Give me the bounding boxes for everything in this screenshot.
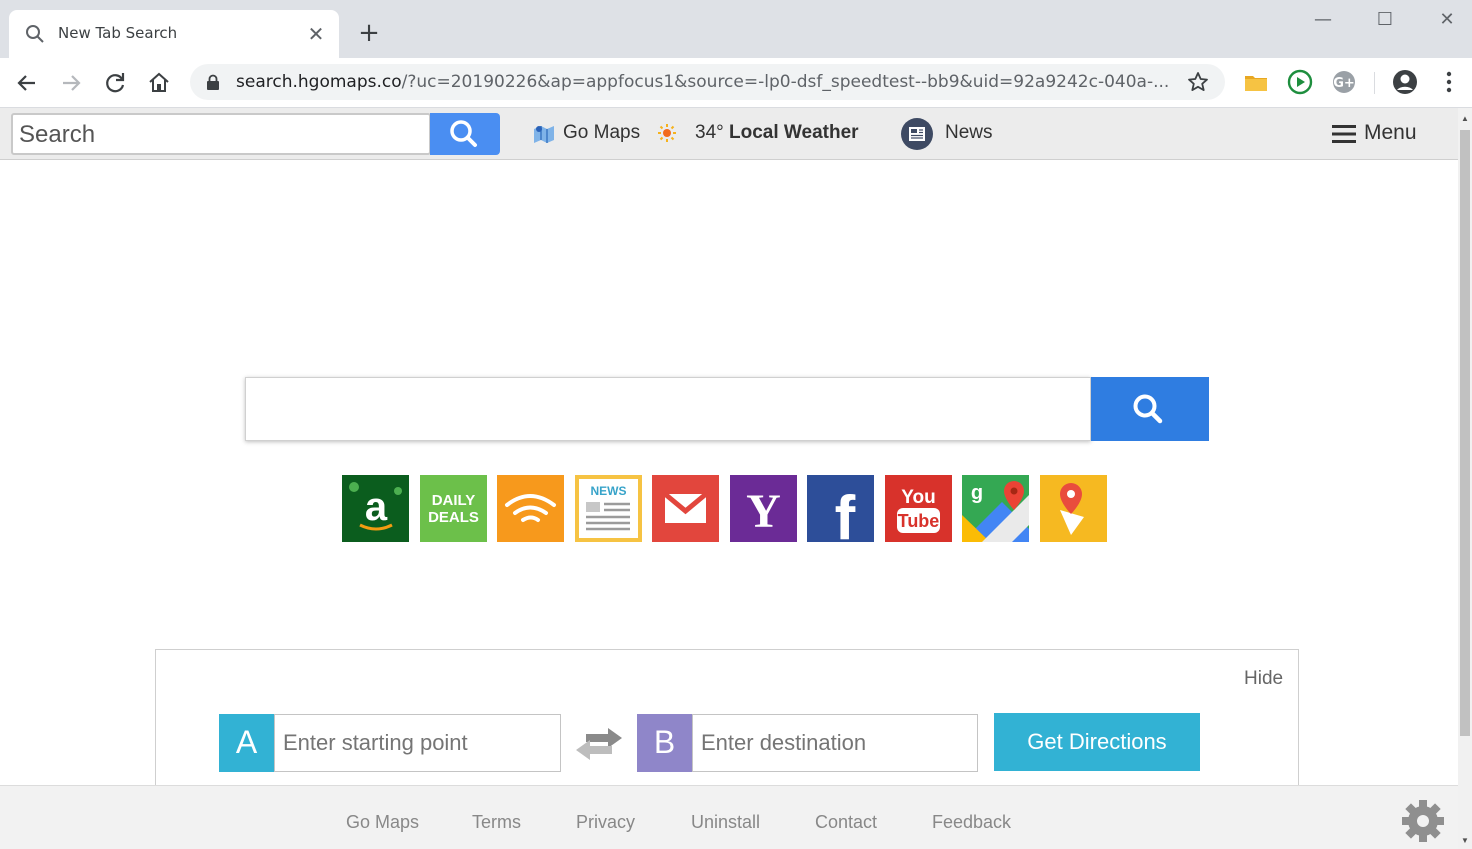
- daily-deals-tile[interactable]: DAILY DEALS: [420, 475, 487, 542]
- footer-link-terms[interactable]: Terms: [472, 812, 521, 833]
- gmail-tile[interactable]: [652, 475, 719, 542]
- footer-link-go-maps[interactable]: Go Maps: [346, 812, 419, 833]
- amazon-tile[interactable]: a: [342, 475, 409, 542]
- lock-icon: [207, 74, 219, 90]
- hide-link[interactable]: Hide: [1244, 668, 1283, 690]
- browser-toolbar: search.hgomaps.co/?uc=20190226&ap=appfoc…: [0, 58, 1472, 108]
- svg-text:You: You: [901, 487, 935, 508]
- main-search-input[interactable]: [245, 377, 1091, 441]
- go-maps-icon: [534, 126, 554, 143]
- svg-text:Tube: Tube: [898, 511, 940, 531]
- reload-icon[interactable]: [102, 70, 128, 96]
- footer-link-feedback[interactable]: Feedback: [932, 812, 1011, 833]
- scroll-up-arrow-icon[interactable]: ▲: [1458, 112, 1472, 126]
- main-search-button[interactable]: [1091, 377, 1209, 441]
- hamburger-icon[interactable]: [1332, 124, 1356, 144]
- scrollbar-thumb[interactable]: [1460, 130, 1470, 736]
- scroll-down-arrow-icon[interactable]: ▼: [1458, 834, 1472, 848]
- starting-point-input[interactable]: Enter starting point: [274, 714, 561, 772]
- sun-icon: [658, 124, 676, 142]
- menu-button[interactable]: Menu: [1364, 121, 1417, 145]
- search-icon: [1133, 394, 1163, 424]
- youtube-tile[interactable]: You Tube: [885, 475, 952, 542]
- close-icon[interactable]: ✕: [305, 23, 327, 45]
- google-maps-tile[interactable]: g: [962, 475, 1029, 542]
- footer-link-contact[interactable]: Contact: [815, 812, 877, 833]
- maximize-button[interactable]: ☐: [1370, 8, 1400, 32]
- news-tile[interactable]: NEWS: [575, 475, 642, 542]
- folder-extension-icon[interactable]: [1243, 69, 1269, 95]
- tab-strip: New Tab Search ✕ + — ☐ ✕: [0, 0, 1472, 58]
- svg-text:Y: Y: [746, 485, 781, 538]
- address-bar[interactable]: search.hgomaps.co/?uc=20190226&ap=appfoc…: [190, 64, 1225, 100]
- search-icon: [450, 120, 477, 147]
- kebab-menu-icon[interactable]: [1436, 69, 1462, 95]
- profile-avatar-icon[interactable]: [1392, 69, 1418, 95]
- destination-input[interactable]: Enter destination: [692, 714, 978, 772]
- home-icon[interactable]: [146, 70, 172, 96]
- tab-title: New Tab Search: [58, 24, 178, 42]
- yahoo-tile[interactable]: Y: [730, 475, 797, 542]
- forward-arrow-icon[interactable]: [58, 70, 84, 96]
- footer-link-privacy[interactable]: Privacy: [576, 812, 635, 833]
- search-icon: [26, 25, 44, 43]
- g-plus-extension-icon[interactable]: G+: [1331, 69, 1357, 95]
- svg-text:f: f: [835, 484, 856, 542]
- url-path: /?uc=20190226&ap=appfocus1&source=-lp0-d…: [401, 72, 1170, 92]
- svg-text:g: g: [971, 482, 983, 504]
- svg-text:G+: G+: [1333, 76, 1355, 91]
- bookmark-star-icon[interactable]: [1187, 71, 1209, 93]
- play-extension-icon[interactable]: [1287, 69, 1313, 95]
- vertical-scrollbar[interactable]: ▲ ▼: [1458, 108, 1472, 849]
- local-weather-link[interactable]: 34° Local Weather: [695, 122, 859, 144]
- svg-text:DEALS: DEALS: [428, 509, 479, 526]
- audible-tile[interactable]: [497, 475, 564, 542]
- browser-window: New Tab Search ✕ + — ☐ ✕ search.hgomaps.…: [0, 0, 1472, 849]
- news-link[interactable]: News: [945, 122, 993, 144]
- temperature: 34°: [695, 122, 724, 143]
- svg-text:DAILY: DAILY: [432, 492, 476, 509]
- facebook-tile[interactable]: f: [807, 475, 874, 542]
- gear-icon[interactable]: [1400, 798, 1446, 844]
- go-maps-link[interactable]: Go Maps: [563, 122, 640, 144]
- footer: Go Maps Terms Privacy Uninstall Contact …: [0, 785, 1458, 849]
- header-search-button[interactable]: [430, 113, 500, 155]
- footer-link-uninstall[interactable]: Uninstall: [691, 812, 760, 833]
- tab-new-tab-search[interactable]: New Tab Search ✕: [9, 10, 339, 58]
- news-icon: [901, 118, 933, 150]
- get-directions-button[interactable]: Get Directions: [994, 713, 1200, 771]
- amazon-tile-label: a: [365, 485, 388, 529]
- minimize-button[interactable]: —: [1308, 8, 1338, 32]
- shortcut-tiles: a DAILY DEALS NEWS Y f You Tube g: [342, 475, 1112, 543]
- url-text[interactable]: search.hgomaps.co/?uc=20190226&ap=appfoc…: [236, 72, 1176, 94]
- point-b-marker: B: [637, 714, 692, 772]
- swap-arrows-icon[interactable]: [572, 726, 626, 762]
- page-header: Search Go Maps 34° Local Weather News Me…: [0, 108, 1458, 160]
- header-search-input[interactable]: Search: [11, 113, 431, 155]
- point-a-marker: A: [219, 714, 274, 772]
- directions-panel: Hide A Enter starting point B Enter dest…: [155, 649, 1299, 789]
- close-window-button[interactable]: ✕: [1432, 8, 1462, 32]
- toolbar-separator: [1374, 72, 1375, 94]
- svg-text:NEWS: NEWS: [591, 484, 627, 498]
- url-host: search.hgomaps.co: [236, 72, 402, 92]
- maps-directions-tile[interactable]: [1040, 475, 1107, 542]
- back-arrow-icon[interactable]: [14, 70, 40, 96]
- new-tab-button[interactable]: +: [355, 20, 383, 48]
- weather-label: Local Weather: [729, 122, 859, 143]
